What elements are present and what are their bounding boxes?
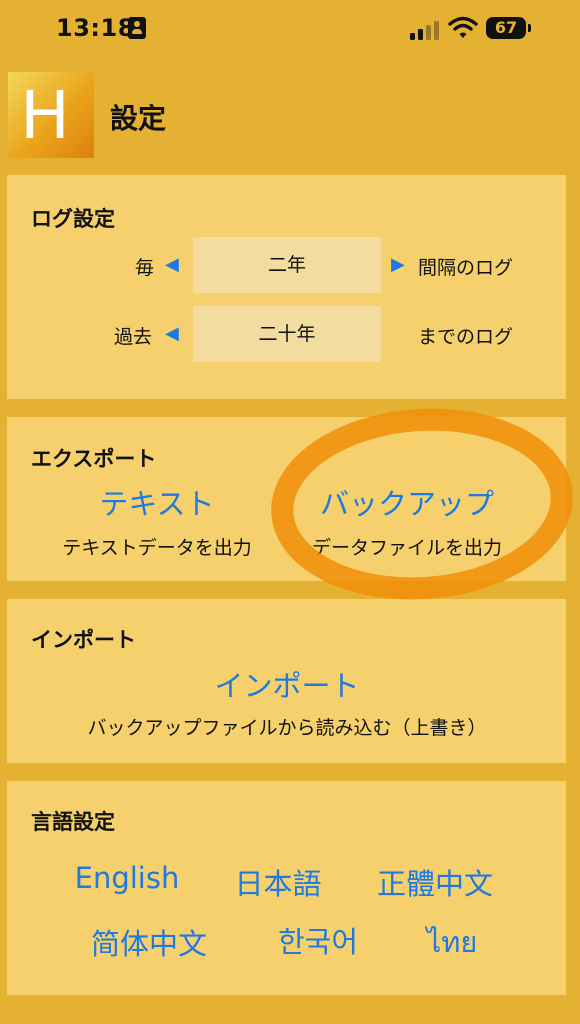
import-button[interactable]: インポート [137, 663, 437, 705]
language-option-thai[interactable]: ไทย [397, 919, 507, 965]
period-prefix-label: 過去 [114, 326, 153, 348]
wifi-icon [448, 16, 478, 38]
language-title: 言語設定 [31, 810, 115, 834]
interval-prefix-label: 毎 [135, 257, 155, 279]
status-time: 13:18 [56, 14, 135, 42]
interval-decrease-arrow-icon[interactable]: ◀ [165, 254, 179, 275]
import-section: インポート インポート バックアップファイルから読み込む（上書き） [7, 599, 566, 763]
period-value[interactable]: 二十年 [193, 306, 381, 362]
interval-value[interactable]: 二年 [193, 237, 381, 293]
export-backup-description: データファイルを出力 [311, 537, 502, 559]
language-option-japanese[interactable]: 日本語 [213, 861, 343, 903]
status-bar: 13:18 67 [0, 0, 580, 60]
export-text-description: テキストデータを出力 [62, 537, 252, 559]
battery-nub [528, 24, 531, 32]
id-badge-icon [128, 17, 146, 39]
export-section: エクスポート テキスト テキストデータを出力 バックアップ データファイルを出力 [7, 417, 566, 581]
import-title: インポート [31, 628, 136, 652]
language-option-simplified-chinese[interactable]: 简体中文 [79, 921, 219, 963]
export-backup-button[interactable]: バックアップ [307, 481, 507, 523]
language-option-korean[interactable]: 한국어 [253, 919, 383, 961]
interval-suffix-label: 間隔のログ [418, 257, 514, 279]
period-suffix-label: までのログ [418, 326, 514, 348]
log-settings-title: ログ設定 [31, 207, 115, 231]
import-description: バックアップファイルから読み込む（上書き） [87, 717, 487, 739]
log-settings-section: ログ設定 毎 ◀ 二年 ▶ 間隔のログ 過去 ◀ 二十年 までのログ [7, 175, 566, 399]
battery-icon: 67 [486, 17, 526, 39]
export-title: エクスポート [31, 447, 157, 471]
language-option-english[interactable]: English [57, 861, 197, 895]
export-text-button[interactable]: テキスト [57, 481, 257, 523]
page-title: 設定 [110, 102, 167, 135]
interval-increase-arrow-icon[interactable]: ▶ [391, 254, 405, 275]
signal-icon [410, 20, 442, 40]
app-logo-letter: H [20, 77, 70, 154]
app-logo: H [8, 72, 94, 158]
period-decrease-arrow-icon[interactable]: ◀ [165, 323, 179, 344]
language-section: 言語設定 English 日本語 正體中文 简体中文 한국어 ไทย [7, 781, 566, 995]
language-option-traditional-chinese[interactable]: 正體中文 [365, 861, 505, 903]
